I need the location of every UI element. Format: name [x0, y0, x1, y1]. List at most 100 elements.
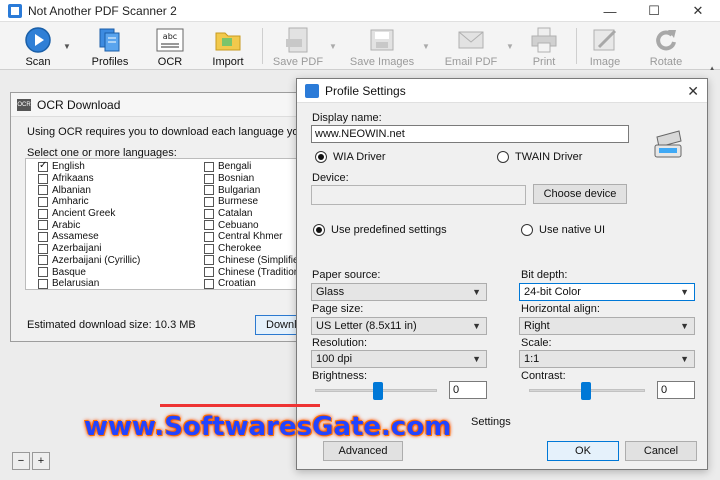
language-checkbox[interactable]: Belarusian [38, 278, 140, 289]
image-edit-icon [591, 27, 619, 53]
save-pdf-button[interactable]: Save PDF [272, 24, 324, 68]
checkbox-icon [38, 185, 48, 196]
language-label: Cebuano [218, 219, 259, 231]
printer-icon [530, 27, 558, 53]
scanner-icon [651, 127, 685, 161]
language-checkbox[interactable]: Catalan [204, 208, 300, 220]
watermark-text: www.SoftwaresGate.com [84, 412, 452, 442]
profiles-button[interactable]: Profiles [88, 24, 132, 68]
language-checkbox[interactable]: English [38, 160, 140, 173]
cancel-button[interactable]: Cancel [625, 441, 697, 461]
page-size-select[interactable]: US Letter (8.5x11 in) ▼ [311, 317, 487, 335]
display-name-label: Display name: [312, 112, 382, 124]
chevron-down-icon: ▼ [472, 354, 481, 364]
ocr-dialog-title: OCR Download [37, 97, 121, 112]
save-images-button[interactable]: Save Images [348, 24, 416, 68]
language-checkbox[interactable]: Azerbaijani (Cyrillic) [38, 255, 140, 267]
language-checkbox[interactable]: Azerbaijani [38, 243, 140, 255]
scan-dropdown-icon[interactable]: ▼ [63, 42, 71, 51]
image-button[interactable]: Image [586, 24, 624, 68]
language-checkbox[interactable]: Albanian [38, 184, 140, 196]
wia-driver-radio[interactable]: WIA Driver [315, 151, 386, 163]
maximize-icon[interactable]: ☐ [632, 0, 676, 22]
language-checkbox[interactable]: Bosnian [204, 173, 300, 185]
profile-dialog-titlebar: Profile Settings [297, 79, 707, 103]
language-checkbox[interactable]: Assamese [38, 231, 140, 243]
checkbox-icon [204, 243, 214, 254]
scale-select[interactable]: 1:1 ▼ [519, 350, 695, 368]
language-label: Chinese (Simplified) [218, 254, 301, 266]
checkbox-icon [38, 208, 48, 219]
language-label: Azerbaijani (Cyrillic) [52, 254, 141, 266]
ocr-icon: abc [156, 27, 184, 53]
checkbox-icon [204, 173, 214, 184]
app-icon [8, 3, 22, 18]
use-predefined-settings-radio[interactable]: Use predefined settings [313, 224, 447, 236]
checkbox-icon [204, 185, 214, 196]
zoom-in-icon[interactable]: + [32, 452, 50, 470]
language-label: Burmese [218, 196, 259, 208]
language-checkbox[interactable]: Bulgarian [204, 184, 300, 196]
close-icon[interactable]: ✕ [687, 83, 699, 100]
language-checkbox[interactable]: Ancient Greek [38, 208, 140, 220]
language-checkbox[interactable]: Cherokee [204, 243, 300, 255]
import-button[interactable]: Import [207, 24, 249, 68]
language-checkbox[interactable]: Afrikaans [38, 173, 140, 185]
use-native-ui-radio[interactable]: Use native UI [521, 224, 605, 236]
download-button[interactable]: Downl [255, 315, 301, 335]
language-checkbox[interactable]: Burmese [204, 196, 300, 208]
profile-dialog-title: Profile Settings [325, 83, 406, 98]
email-pdf-dropdown-icon[interactable]: ▼ [506, 42, 514, 51]
save-pdf-dropdown-icon[interactable]: ▼ [329, 42, 337, 51]
scan-button[interactable]: Scan [20, 24, 56, 68]
resolution-label: Resolution: [312, 337, 368, 349]
checkbox-icon [204, 220, 214, 231]
language-checkbox[interactable]: Chinese (Traditional) [204, 266, 300, 278]
checkbox-icon [38, 278, 48, 289]
language-label: Amharic [52, 196, 89, 208]
email-pdf-button[interactable]: Email PDF [442, 24, 500, 68]
paper-source-label: Paper source: [312, 269, 381, 281]
language-checkbox[interactable]: Basque [38, 266, 140, 278]
paper-source-select[interactable]: Glass ▼ [311, 283, 487, 301]
brightness-input[interactable]: 0 [449, 381, 487, 399]
language-checkbox[interactable]: Amharic [38, 196, 140, 208]
display-name-input[interactable]: www.NEOWIN.net [311, 125, 629, 143]
language-checkbox[interactable]: Croatian [204, 278, 300, 289]
device-label: Device: [312, 172, 349, 184]
print-button[interactable]: Print [526, 24, 562, 68]
ok-button[interactable]: OK [547, 441, 619, 461]
profiles-icon [96, 27, 124, 53]
contrast-input[interactable]: 0 [657, 381, 695, 399]
language-label: Ancient Greek [52, 208, 116, 220]
page-size-label: Page size: [312, 303, 364, 315]
twain-driver-radio[interactable]: TWAIN Driver [497, 151, 582, 163]
language-checkbox[interactable]: Chinese (Simplified) [204, 254, 301, 267]
brightness-slider-thumb[interactable] [373, 382, 383, 400]
language-checkbox[interactable]: Arabic [38, 219, 140, 231]
zoom-controls: − + [12, 452, 50, 470]
bit-depth-select[interactable]: 24-bit Color ▼ [519, 283, 695, 301]
ocr-button[interactable]: abc OCR [150, 24, 190, 68]
language-checkbox[interactable]: Central Khmer [204, 231, 300, 243]
language-checkbox[interactable]: Cebuano [204, 219, 300, 231]
window-title: Not Another PDF Scanner 2 [28, 3, 177, 18]
chevron-down-icon: ▼ [680, 287, 689, 297]
contrast-label: Contrast: [521, 370, 566, 382]
toolbar-separator [576, 28, 577, 64]
minimize-icon[interactable]: — [588, 0, 632, 22]
contrast-slider-thumb[interactable] [581, 382, 591, 400]
save-images-dropdown-icon[interactable]: ▼ [422, 42, 430, 51]
horizontal-align-select[interactable]: Right ▼ [519, 317, 695, 335]
zoom-out-icon[interactable]: − [12, 452, 30, 470]
advanced-button[interactable]: Advanced [323, 441, 403, 461]
horizontal-align-label: Horizontal align: [521, 303, 600, 315]
svg-text:abc: abc [163, 32, 177, 41]
resolution-select[interactable]: 100 dpi ▼ [311, 350, 487, 368]
choose-device-button[interactable]: Choose device [533, 184, 627, 204]
language-checkbox[interactable]: Bengali [204, 161, 300, 173]
radio-selected-icon [315, 151, 327, 163]
close-icon[interactable]: ✕ [676, 0, 720, 22]
rotate-button[interactable]: Rotate [646, 24, 686, 68]
brightness-label: Brightness: [312, 370, 368, 382]
